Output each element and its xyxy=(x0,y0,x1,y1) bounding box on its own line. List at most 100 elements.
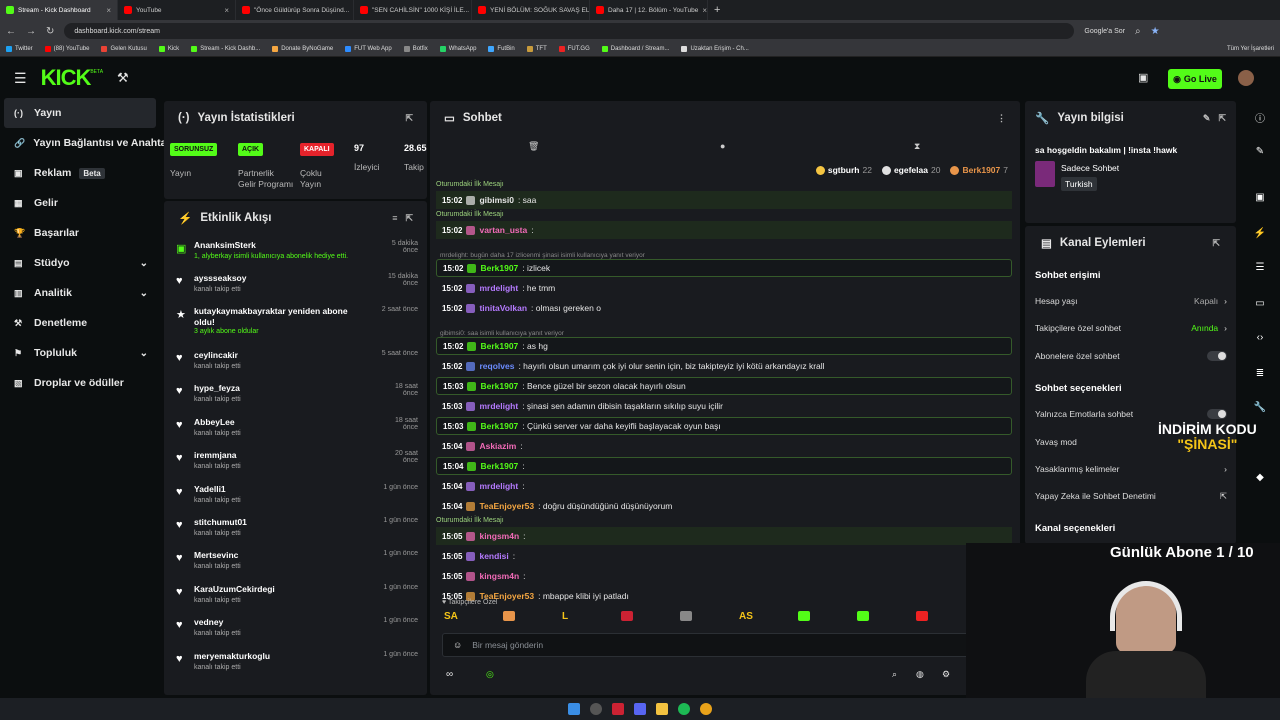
bookmark-item[interactable]: Stream - Kick Dashb... xyxy=(191,46,260,52)
chat-message[interactable]: 15:03 mrdelight: şinasi sen adamın dibisi… xyxy=(436,397,1012,415)
chat-message[interactable]: 15:02 mrdelight: he tmm xyxy=(436,279,1012,297)
bookmark-item[interactable]: FUT Web App xyxy=(345,46,392,52)
forward-icon[interactable]: → xyxy=(26,26,36,37)
message-user[interactable]: TeaEnjoyer53 xyxy=(479,501,534,511)
hourglass-icon[interactable]: ⧗ xyxy=(914,141,920,152)
more-icon[interactable]: ⋮ xyxy=(997,113,1006,124)
back-icon[interactable]: ← xyxy=(6,26,16,37)
bookmark-item[interactable]: Twitter xyxy=(6,46,33,52)
bookmark-item[interactable]: Uzaktan Erişim - Ch... xyxy=(681,46,749,52)
pen-icon[interactable]: ✎ xyxy=(1246,139,1274,163)
message-user[interactable]: kendisi xyxy=(479,551,508,561)
sidebar-item[interactable]: ⚒ Denetleme xyxy=(0,308,162,338)
chat-message[interactable]: 15:02 reqolves: hayırlı olsun umarım çok … xyxy=(436,357,1012,375)
close-icon[interactable]: × xyxy=(224,6,229,15)
message-user[interactable]: reqolves xyxy=(479,361,514,371)
message-user[interactable]: Berk1907 xyxy=(480,461,518,471)
chat-message[interactable]: 15:04 Berk1907: xyxy=(436,457,1012,475)
spotify-icon[interactable] xyxy=(678,703,690,715)
emote[interactable]: AS xyxy=(739,611,753,622)
message-user[interactable]: Berk1907 xyxy=(480,381,518,391)
top-chatter[interactable]: egefelaa 20 xyxy=(881,165,940,175)
emote[interactable]: L xyxy=(562,611,568,622)
widget-icon[interactable] xyxy=(612,703,624,715)
banned-words-row[interactable]: Yasaklanmış kelimeler › xyxy=(1035,461,1227,477)
emote[interactable] xyxy=(857,611,869,621)
chat-icon[interactable]: ▭ xyxy=(1246,291,1274,315)
top-chatter[interactable]: sgtburh 22 xyxy=(815,165,872,175)
tools-icon[interactable]: ⚒ xyxy=(117,70,129,86)
browser-tab[interactable]: YouTube × xyxy=(118,0,236,20)
bubble-icon[interactable]: ● xyxy=(720,141,725,151)
popout-icon[interactable]: ⇱ xyxy=(405,213,413,224)
sidebar-item[interactable]: ▥ Analitik ⌄ xyxy=(0,278,162,308)
popout-icon[interactable]: ⇱ xyxy=(1218,113,1226,124)
emoji-icon[interactable]: ☺ xyxy=(453,640,462,650)
search-icon[interactable]: ⌕ xyxy=(892,669,897,680)
bookmark-item[interactable]: Kick xyxy=(158,46,179,52)
bookmark-item[interactable]: Donate ByNoGame xyxy=(272,46,333,52)
message-user[interactable]: kingsm4n xyxy=(479,531,519,541)
close-icon[interactable]: × xyxy=(702,6,707,15)
sidebar-item[interactable]: ⚑ Topluluk ⌄ xyxy=(0,338,162,368)
avatar[interactable] xyxy=(1238,70,1254,86)
chat-message[interactable]: 15:03 Berk1907: Bence güzel bir sezon ola… xyxy=(436,377,1012,395)
bookmark-item[interactable]: FUT.GG xyxy=(558,46,590,52)
message-user[interactable]: kingsm4n xyxy=(479,571,519,581)
kick-emote-icon[interactable]: ◎ xyxy=(486,669,494,680)
code-icon[interactable]: ‹› xyxy=(1246,325,1274,349)
chevron-down-icon[interactable]: ⌄ xyxy=(140,258,148,269)
popout-icon[interactable]: ⇱ xyxy=(405,113,413,124)
obs-icon[interactable]: ▣ xyxy=(1138,71,1148,84)
edit-icon[interactable]: ✎ xyxy=(1203,113,1211,124)
chat-message[interactable]: 15:02 Berk1907: as hg xyxy=(436,337,1012,355)
sidebar-item[interactable]: 🔗 Yayın Bağlantısı ve Anahtarı xyxy=(0,128,173,158)
sidebar-item[interactable]: ▧ Droplar ve ödüller xyxy=(0,368,162,398)
chat-message[interactable]: 15:04 mrdelight: xyxy=(436,477,1012,495)
account-age-row[interactable]: Hesap yaşı Kapalı › xyxy=(1035,293,1227,309)
sidebar-item[interactable]: ▣ Reklam Beta xyxy=(0,158,162,188)
message-user[interactable]: Berk1907 xyxy=(480,263,518,273)
top-chatter[interactable]: Berk1907 7 xyxy=(950,165,1008,175)
emote-only-toggle[interactable] xyxy=(1207,409,1227,419)
chat-message[interactable]: 15:02 vartan_usta: xyxy=(436,221,1012,239)
new-tab-icon[interactable]: + xyxy=(714,4,720,16)
obs-icon[interactable]: ▣ xyxy=(1246,185,1274,209)
zoom-icon[interactable]: ⌕ xyxy=(1135,26,1141,37)
all-bookmarks[interactable]: Tüm Yer İşaretleri xyxy=(1227,46,1274,52)
trash-icon[interactable]: 🗑 xyxy=(528,141,539,152)
chat-message[interactable]: 15:04 Askiazim: xyxy=(436,437,1012,455)
search-icon[interactable] xyxy=(590,703,602,715)
chat-message[interactable]: 15:05 TeaEnjoyer53: mbappe klibi iyi patl… xyxy=(436,587,1012,605)
chat-input[interactable]: ☺ Bir mesaj gönderin xyxy=(442,633,970,657)
sidebar-item[interactable]: 🏆 Başarılar xyxy=(0,218,162,248)
bookmark-item[interactable]: (88) YouTube xyxy=(44,46,89,52)
close-icon[interactable]: × xyxy=(106,6,111,15)
message-user[interactable]: gibimsi0 xyxy=(479,195,513,205)
url-input[interactable]: dashboard.kick.com/stream xyxy=(64,23,1075,39)
wrench-icon[interactable]: 🔧 xyxy=(1246,395,1274,419)
chat-message[interactable]: 15:02 Berk1907: izlicek xyxy=(436,259,1012,277)
chevron-down-icon[interactable]: ⌄ xyxy=(140,348,148,359)
sidebar-item[interactable]: (·) Yayın xyxy=(4,98,156,128)
folder-icon[interactable] xyxy=(656,703,668,715)
emote[interactable] xyxy=(621,611,633,621)
browser-tab[interactable]: "Önce Güldürüp Sonra Düşünd...× xyxy=(236,0,354,20)
message-user[interactable]: mrdelight xyxy=(479,283,518,293)
list-icon[interactable]: ☰ xyxy=(1246,255,1274,279)
message-user[interactable]: mrdelight xyxy=(479,481,518,491)
message-user[interactable]: Askiazim xyxy=(479,441,516,451)
emote[interactable] xyxy=(798,611,810,621)
emote[interactable] xyxy=(916,611,928,621)
chat-message[interactable]: 15:03 Berk1907: Çünkü server var daha key… xyxy=(436,417,1012,435)
chat-message[interactable]: 15:02 tinitaVolkan: olması gereken o xyxy=(436,299,1012,317)
chat-message[interactable]: 15:02 gibimsi0: saa xyxy=(436,191,1012,209)
chat-message[interactable]: 15:05 kingsm4n: xyxy=(436,567,1012,585)
google-lens-button[interactable]: Google'a Sor xyxy=(1084,28,1125,35)
kick-logo[interactable]: KICK xyxy=(41,65,92,91)
chat-message[interactable]: 15:05 kendisi: xyxy=(436,547,1012,565)
emote-picker-icon[interactable]: ◍ xyxy=(916,669,924,680)
tag-icon[interactable]: ◆ xyxy=(1246,465,1274,489)
category-name[interactable]: Sadece Sohbet xyxy=(1061,163,1119,173)
browser-tab[interactable]: YENİ BÖLÜM: SOĞUK SAVAŞ EL...× xyxy=(472,0,590,20)
